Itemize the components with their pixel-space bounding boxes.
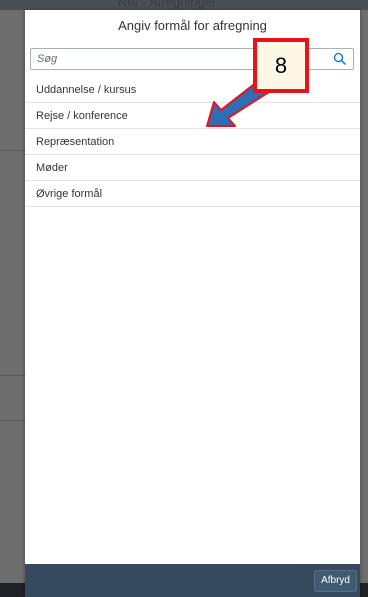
dialog-footer: Afbryd bbox=[25, 564, 360, 597]
dialog-title: Angiv formål for afregning bbox=[118, 18, 267, 33]
search-icon[interactable] bbox=[333, 52, 347, 66]
list-item-rejse[interactable]: Rejse / konference bbox=[25, 103, 360, 129]
list-item-moeder[interactable]: Møder bbox=[25, 155, 360, 181]
cancel-button[interactable]: Afbryd bbox=[314, 570, 357, 592]
list-item-oevrige[interactable]: Øvrige formål bbox=[25, 181, 360, 207]
background-divider bbox=[0, 420, 25, 421]
list-item-repraesentation[interactable]: Repræsentation bbox=[25, 129, 360, 155]
purpose-list: Uddannelse / kursus Rejse / konference R… bbox=[25, 77, 360, 207]
step-number-callout: 8 bbox=[253, 38, 309, 93]
background-divider bbox=[0, 375, 25, 376]
select-purpose-dialog: Angiv formål for afregning Uddannelse / … bbox=[25, 10, 360, 597]
background-title: Ret - Afregninger bbox=[118, 0, 217, 9]
list-item-uddannelse[interactable]: Uddannelse / kursus bbox=[25, 77, 360, 103]
background-divider bbox=[0, 150, 25, 151]
